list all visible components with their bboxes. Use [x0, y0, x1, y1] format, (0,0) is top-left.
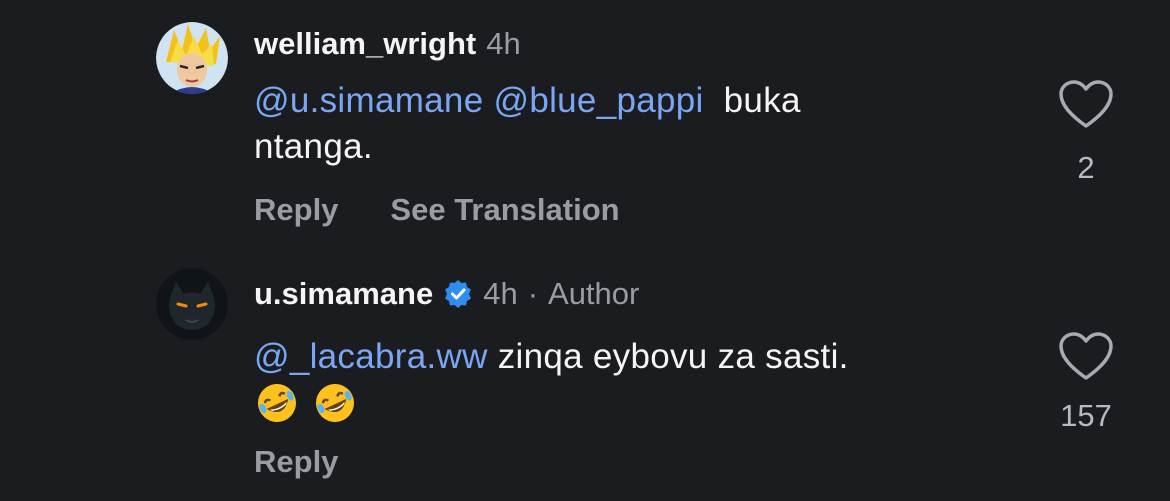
mention-link[interactable]: @blue_pappi: [494, 81, 704, 120]
comment-item: u.simamane 4h · Author @_lacabra.ww zinq…: [0, 250, 1170, 501]
like-count: 2: [1077, 150, 1095, 185]
username[interactable]: welliam_wright: [254, 26, 476, 62]
comment-header: welliam_wright 4h: [254, 24, 521, 64]
comment-actions: Reply See Translation: [254, 192, 620, 228]
rolling-on-floor-laughing-emoji-icon: [312, 380, 358, 426]
comment-header: u.simamane 4h · Author: [254, 274, 639, 314]
heart-icon: [1059, 80, 1113, 128]
dragon-ball-character-avatar-icon: [156, 22, 228, 94]
timestamp: 4h: [483, 276, 518, 311]
verified-badge-icon: [443, 279, 473, 309]
reply-button[interactable]: Reply: [254, 192, 338, 228]
see-translation-button[interactable]: See Translation: [390, 192, 619, 228]
comment-text: @_lacabra.ww zinqa eybovu za sasti.: [254, 334, 954, 426]
avatar[interactable]: [156, 22, 228, 94]
rolling-on-floor-laughing-emoji-icon: [254, 380, 300, 426]
separator: ·: [527, 276, 539, 311]
author-tag: Author: [548, 276, 640, 311]
reply-button[interactable]: Reply: [254, 444, 338, 480]
heart-icon: [1059, 332, 1113, 380]
panther-avatar-icon: [156, 268, 228, 340]
mention-link[interactable]: @_lacabra.ww: [254, 337, 488, 376]
comment-actions: Reply: [254, 444, 338, 480]
comment-text: @u.simamane @blue_pappi buka ntanga.: [254, 78, 954, 170]
mention-link[interactable]: @u.simamane: [254, 81, 483, 120]
like-button[interactable]: [1058, 80, 1114, 130]
like-count: 157: [1060, 398, 1112, 433]
comment-text-part: buka: [723, 81, 801, 120]
timestamp: 4h: [486, 26, 521, 61]
avatar[interactable]: [156, 268, 228, 340]
like-button[interactable]: [1058, 332, 1114, 382]
comment-item: welliam_wright 4h @u.simamane @blue_papp…: [0, 0, 1170, 250]
username[interactable]: u.simamane: [254, 276, 433, 312]
comment-text-part: ntanga.: [254, 127, 373, 166]
comment-text-part: zinqa eybovu za sasti.: [497, 337, 849, 376]
